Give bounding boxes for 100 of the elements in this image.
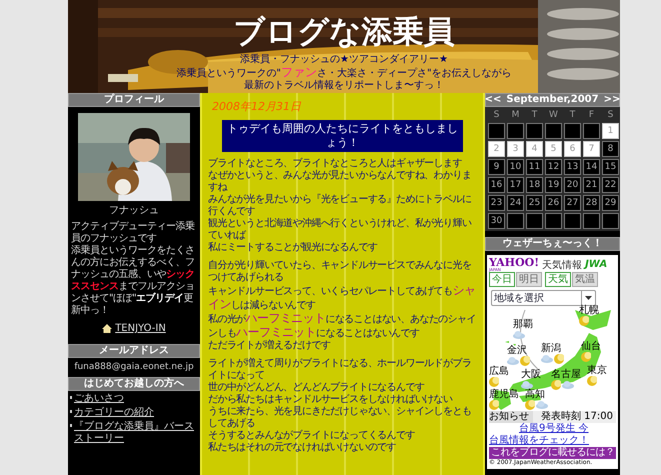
calendar-day[interactable]: 27: [564, 195, 581, 211]
section-heading: ウェザーちぇ〜っく！: [485, 237, 620, 251]
moon-icon: [581, 352, 591, 362]
cloud-icon: [521, 381, 533, 389]
home-icon: [102, 324, 112, 333]
post-date: 2008年12月31日: [212, 99, 302, 114]
calendar-cell: [545, 213, 562, 229]
calendar-day[interactable]: 21: [583, 177, 600, 193]
typhoon-link[interactable]: 台風情報をチェック！: [489, 435, 616, 447]
previous-month-link[interactable]: <<: [485, 94, 502, 106]
calendar-day[interactable]: 12: [545, 159, 562, 175]
post-text: 私にミートすることが観光になるんです: [208, 242, 378, 254]
calendar-cell: [526, 123, 543, 139]
calendar-day[interactable]: 29: [602, 195, 619, 211]
weather-tab[interactable]: 気温: [572, 272, 598, 287]
post-text: みんなが光を見たいから『光をビューする』ためにトラベルに行くんです: [208, 194, 472, 218]
news-ticker-link[interactable]: 台風9号発生 今: [519, 423, 616, 435]
calendar-cell: [583, 213, 600, 229]
calendar-day[interactable]: 22: [602, 177, 619, 193]
region-dropdown[interactable]: 地域を選択: [491, 290, 596, 306]
moon-icon: [554, 354, 564, 364]
post-text: 自分が光り輝いていたら、キャンドルサービスでみんなに光をつけてあげられる: [208, 260, 472, 284]
calendar-day[interactable]: 18: [526, 177, 543, 193]
calendar-day[interactable]: 17: [507, 177, 524, 193]
calendar-day[interactable]: 10: [507, 159, 524, 175]
calendar-day[interactable]: 25: [526, 195, 543, 211]
weekday-label: W: [548, 109, 559, 121]
calendar-day[interactable]: 23: [488, 195, 505, 211]
weekday-label: M: [510, 109, 520, 121]
post-text: ライトが増えて周りがブライトになる、ホールワールドがブライトになって: [208, 358, 472, 382]
notice-label: お知らせ: [489, 411, 533, 423]
city-label: 名古屋: [551, 370, 581, 380]
profile-text: アクティブデューティー添乗員のフナッシュです: [70, 221, 196, 244]
weekday-label: S: [606, 109, 614, 121]
tagline: 添乗員というワークの"ファンさ・大楽さ・ディープさ"をお伝えしながら: [176, 66, 512, 80]
calendar-cell: [507, 213, 524, 229]
calendar-day[interactable]: 24: [507, 195, 524, 211]
weekday-label: F: [588, 109, 596, 121]
tagline: 添乗員・フナッシュの★ツアコンダイアリー★: [240, 54, 448, 66]
post-text: うちに来たら、光を見にきただけじゃない、シャインしをともしてあげる: [208, 406, 472, 430]
calendar-day[interactable]: 20: [564, 177, 581, 193]
cloud-icon: [562, 381, 574, 389]
email-address: funa888@gaia.eonet.ne.jp: [73, 362, 195, 373]
section-heading: プロフィール: [68, 93, 200, 107]
calendar-day[interactable]: 11: [526, 159, 543, 175]
calendar-day[interactable]: 26: [545, 195, 562, 211]
calendar-day[interactable]: 13: [564, 159, 581, 175]
cloud-icon: [541, 355, 553, 363]
city-label: 仙台: [581, 342, 601, 352]
next-month-link[interactable]: >>: [604, 94, 620, 106]
cloud-icon: [536, 401, 548, 409]
calendar-day[interactable]: 8: [602, 141, 619, 157]
weekday-label: S: [492, 109, 500, 121]
intro-link[interactable]: 『ブログな添乗員』バースストーリー: [74, 421, 200, 445]
post-text: なぜかというと、みんな光が見たいからなんですね、わかりますね: [208, 170, 472, 194]
calendar-day[interactable]: 30: [488, 213, 505, 229]
calendar-day[interactable]: 14: [583, 159, 600, 175]
homepage-link[interactable]: TENJYO-IN: [115, 323, 166, 334]
calendar-day[interactable]: 28: [583, 195, 600, 211]
post-text: ブライトなところ、ブライトなところと人はギャザーします: [208, 158, 463, 170]
weather-tab[interactable]: 今日: [489, 272, 515, 287]
post-text: だから私たちはキャンドルサービスをしなければいけない: [208, 394, 454, 406]
provider-logo: JWA: [585, 259, 608, 270]
city-label: 新潟: [541, 344, 561, 354]
calendar-cell: [564, 123, 581, 139]
logo-text: YAHOO!: [489, 257, 540, 268]
post-text: 私たちはそれの元でなければいけないのです: [208, 442, 398, 454]
weekday-label: T: [568, 109, 576, 121]
calendar-day[interactable]: 19: [545, 177, 562, 193]
weekday-label: T: [530, 109, 538, 121]
calendar-day[interactable]: 16: [488, 177, 505, 193]
city-label: 札幌: [579, 306, 599, 316]
tagline: 最新のトラベル情報をリポートしま〜すっ！: [244, 80, 444, 92]
weather-tab[interactable]: 明日: [516, 272, 542, 287]
blog-title[interactable]: ブログな添乗員: [234, 14, 454, 50]
post-text: キャンドルサービスって、いくらセパレートしてあげても シャイン しは減らないんです: [208, 284, 476, 312]
cloud-icon: [513, 331, 525, 339]
cloud-icon: [507, 357, 519, 365]
moon-icon: [551, 380, 561, 390]
calendar-day[interactable]: 9: [488, 159, 505, 175]
calendar-cell: [526, 213, 543, 229]
post-title[interactable]: トゥデイも周囲の人たちにライトをともしましょう！: [222, 120, 463, 152]
weather-tab[interactable]: 天気: [545, 272, 571, 287]
post-text: 私の光がハーフミニット になることはない、あなたのシャインしもハーフミニット になることはないんです: [208, 312, 477, 340]
intro-link[interactable]: カテゴリーの紹介: [74, 407, 154, 419]
post-text: ただライトが増えるだけです: [208, 340, 332, 352]
calendar-day[interactable]: 15: [602, 159, 619, 175]
calendar-cell: [488, 123, 505, 139]
moon-icon: [587, 376, 597, 386]
embed-button[interactable]: これをブログに載せるには？: [489, 447, 616, 459]
calendar-cell: [583, 123, 600, 139]
moon-icon: [579, 316, 589, 326]
service-label: 天気情報: [542, 258, 582, 272]
intro-link[interactable]: ごあいさつ: [74, 393, 124, 405]
dropdown-arrow-icon: [585, 296, 592, 300]
calendar-cell: [602, 213, 619, 229]
profile-text: 添乗員というワークをたくさんの方にお伝えするべく、フナッシュの五感、いやシックススセンスまでフルアクションさせて"ほぼ"エブリデイ更新中っ！: [70, 245, 196, 317]
section-heading: メールアドレス: [68, 344, 200, 358]
calendar-month: September,2007: [506, 94, 599, 106]
post-text: 世の中がどんどん、どんどんブライトになるんです: [208, 382, 426, 394]
